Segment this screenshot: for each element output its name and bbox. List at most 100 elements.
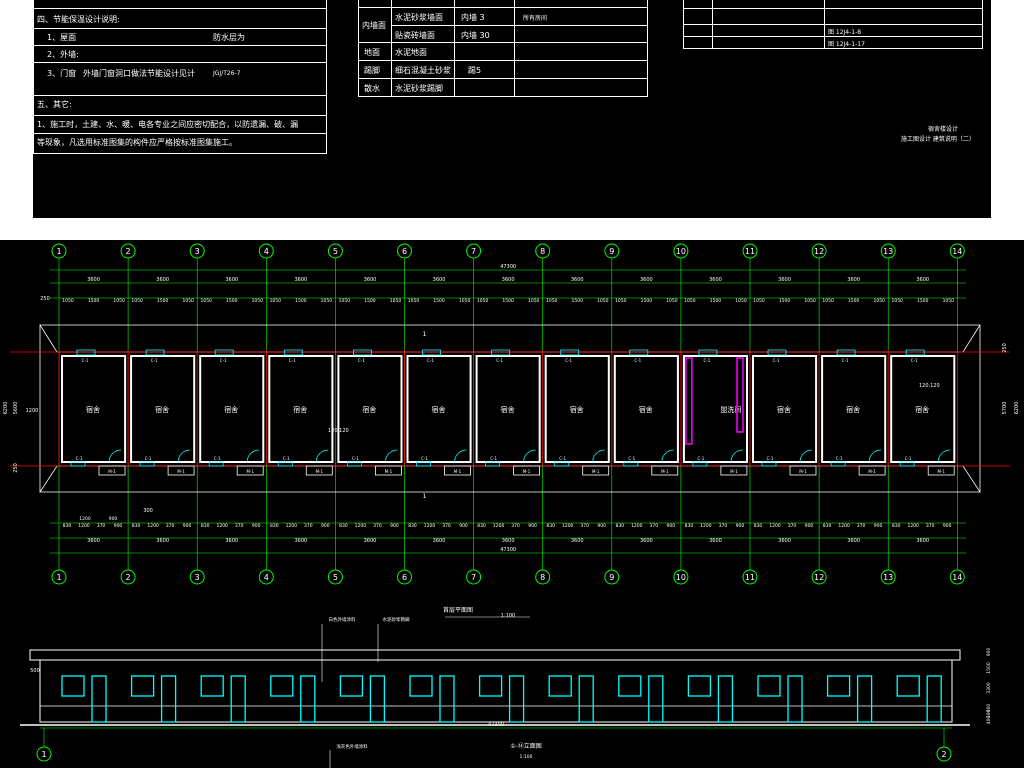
elev-window-3 [200, 675, 224, 697]
sub-dim-a-8: 1050 [615, 298, 627, 304]
right-dim-250: 250 [1002, 343, 1008, 353]
axis-label-5-bottom: 5 [333, 573, 338, 582]
sub-dim-bottom-3-3: 900 [321, 523, 330, 529]
right-dim-inner: 5700 [1002, 402, 1008, 415]
offset-dim-300: 300 [143, 508, 153, 514]
window-tag-top-5: C-1 [358, 358, 365, 363]
sub-dim-c-2: 1050 [252, 298, 264, 304]
bay-dim-top-8: 3600 [640, 277, 653, 283]
finish-part-0: 内墙面 [362, 21, 386, 30]
sub-dim-bottom-6-0: 830 [477, 523, 486, 529]
sub-dim-bottom-11-0: 830 [823, 523, 832, 529]
elev-door-9 [648, 675, 664, 723]
sub-dim-bottom-0-2: 370 [97, 523, 106, 529]
elev-door-11 [787, 675, 803, 723]
sub-dim-bottom-3-1: 1200 [286, 523, 298, 529]
sub-dim-b-6: 1500 [502, 298, 514, 304]
elev-window-11 [757, 675, 781, 697]
door-swing-10 [730, 449, 743, 463]
ref-cell-0: 图 12J4-1-8 [828, 29, 862, 36]
room-label-3: 宿舍 [224, 405, 238, 414]
room-label-5: 宿舍 [362, 405, 376, 414]
sub-dim-bottom-8-3: 900 [667, 523, 676, 529]
sub-dim-bottom-4-2: 370 [373, 523, 382, 529]
window-tag-bottom-8: C-1 [559, 456, 566, 461]
bay-dim-bottom-3: 3600 [294, 538, 307, 544]
sub-dim-bottom-0-0: 830 [63, 523, 72, 529]
bay-dim-top-10: 3600 [778, 277, 791, 283]
bay-dim-bottom-9: 3600 [709, 538, 722, 544]
elev-door-12 [856, 675, 873, 723]
total-dim-top-text: 47300 [500, 264, 516, 270]
axis-label-12-top: 12 [814, 247, 824, 256]
elev-scale: 1:100 [520, 754, 533, 760]
sub-dim-bottom-1-3: 900 [183, 523, 192, 529]
sub-dim-a-1: 1050 [131, 298, 143, 304]
door-tag-3: M-1 [246, 469, 254, 474]
sub-dim-bottom-6-2: 370 [511, 523, 520, 529]
finish-part-3: 踢脚 [364, 66, 380, 75]
elev-right-dim-2: 3300 [986, 682, 992, 694]
sub-dim-a-12: 1050 [891, 298, 903, 304]
sub-dim-a-2: 1050 [200, 298, 212, 304]
window-top-7 [491, 349, 511, 356]
sub-dim-bottom-3-0: 830 [270, 523, 279, 529]
left-dim-inner: 5600 [13, 402, 19, 415]
elev-label-1: 白色外墙涂料 [329, 616, 356, 623]
bay-dim-top-11: 3600 [847, 277, 860, 283]
door-tag-5: M-1 [385, 469, 393, 474]
finish-name-3: 细石混凝土砂浆 [395, 66, 451, 75]
roof-value: 防水层为 [213, 33, 245, 42]
bay-dim-top-3: 3600 [294, 277, 307, 283]
window-tag-bottom-5: C-1 [352, 456, 359, 461]
sub-dim-a-6: 1050 [477, 298, 489, 304]
axis-label-13-bottom: 13 [883, 573, 893, 582]
window-tag-top-13: C-1 [911, 358, 918, 363]
axis-label-13-top: 13 [883, 247, 893, 256]
floor-plan-drawing: 1122334455667788991010111112121313141447… [3, 243, 1020, 768]
axis-label-2-top: 2 [126, 247, 131, 256]
door-swing-2 [177, 449, 191, 463]
window-tag-top-12: C-1 [842, 358, 849, 363]
elev-window-10 [687, 675, 712, 697]
sub-dim-c-12: 1050 [943, 298, 955, 304]
sub-dim-bottom-10-2: 370 [788, 523, 797, 529]
axis-label-14-top: 14 [952, 247, 962, 256]
sub-dim-bottom-2-2: 370 [235, 523, 244, 529]
finish-extra-0: 所有房间 [523, 15, 548, 22]
bay-dim-top-7: 3600 [571, 277, 584, 283]
sub-dim-b-11: 1500 [848, 298, 860, 304]
window-top-4 [283, 349, 303, 356]
sub-dim-a-9: 1050 [684, 298, 696, 304]
axis-label-8-top: 8 [540, 247, 545, 256]
window-top-5 [352, 349, 372, 356]
sub-dim-c-8: 1050 [666, 298, 678, 304]
axis-label-11-bottom: 11 [745, 573, 755, 582]
sub-dim-bottom-7-1: 1200 [562, 523, 574, 529]
elev-window-1 [61, 675, 85, 697]
wall-thickness-note-2: 120,120 [919, 383, 940, 389]
door-tag-13: M-1 [937, 469, 945, 474]
window-top-12 [836, 349, 856, 356]
door-tag-8: M-1 [592, 469, 600, 474]
sub-dim-b-7: 1500 [572, 298, 584, 304]
elev-window-5 [339, 675, 364, 697]
sub-dim-bottom-10-1: 1200 [769, 523, 781, 529]
window-tag-bottom-7: C-1 [490, 456, 497, 461]
window-top-10 [698, 349, 718, 356]
section-mark-bottom: 1 [423, 493, 427, 500]
window-tag-bottom-6: C-1 [421, 456, 428, 461]
axis-label-3-bottom: 3 [195, 573, 200, 582]
section4-title: 四、节能保温设计说明: [37, 15, 120, 24]
door-swing-8 [592, 449, 605, 463]
elevation-roof [29, 649, 961, 661]
finish-name-0: 水泥砂浆墙面 [395, 13, 443, 22]
sub-dim-bottom-4-0: 830 [339, 523, 348, 529]
sub-dim-bottom-1-2: 370 [166, 523, 175, 529]
doors-ref: JGJ/T26-7 [213, 70, 241, 77]
sub-dim-b-4: 1500 [364, 298, 376, 304]
window-tag-bottom-4: C-1 [283, 456, 290, 461]
sub-dim-c-5: 1050 [459, 298, 471, 304]
section-mark-top: 1 [423, 331, 427, 338]
room-label-2: 宿舍 [155, 405, 169, 414]
